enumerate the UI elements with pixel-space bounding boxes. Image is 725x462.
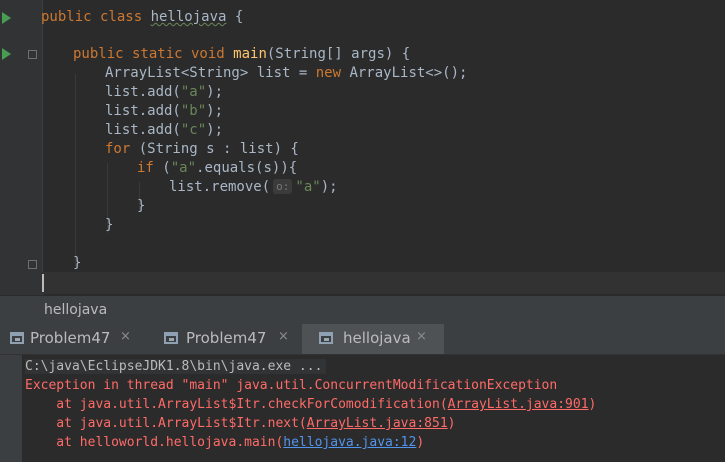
code-text: ArrayList<String> list = — [105, 65, 316, 81]
close-icon[interactable]: × — [416, 329, 427, 344]
code-text: } — [73, 255, 82, 271]
code-text: { — [226, 9, 244, 25]
text-caret — [42, 274, 44, 292]
code-text: list.remove( — [169, 179, 271, 195]
code-line[interactable]: list.add("b"); — [105, 102, 223, 121]
trace-text: at java.util.ArrayList$Itr.checkForComod… — [25, 397, 448, 412]
code-line[interactable]: public class hellojava { — [41, 8, 243, 27]
keyword: new — [315, 65, 350, 81]
run-tab-bar: Problem47 × Problem47 × hellojava × — [0, 324, 725, 355]
string-literal: "a" — [180, 84, 207, 100]
code-line[interactable]: } — [137, 197, 145, 216]
run-panel-title: hellojava — [0, 296, 725, 324]
string-literal: "a" — [295, 179, 321, 195]
editor-gutter — [0, 0, 43, 295]
trace-text: at java.util.ArrayList$Itr.next( — [25, 416, 307, 431]
code-text: list.add( — [105, 84, 181, 100]
code-line[interactable]: } — [105, 216, 113, 235]
code-line[interactable]: list.remove(o: "a"); — [169, 178, 338, 197]
current-line-highlight — [42, 272, 725, 294]
keyword: public class — [41, 9, 151, 25]
keyword: if — [137, 160, 163, 176]
code-text: ( — [162, 160, 171, 176]
stack-trace-line: at helloworld.hellojava.main(hellojava.j… — [25, 433, 424, 452]
source-link[interactable]: ArrayList.java:901 — [448, 397, 589, 412]
code-text: } — [137, 198, 146, 214]
run-main-icon[interactable] — [2, 48, 11, 60]
tab-problem47-2[interactable]: Problem47 × — [152, 324, 300, 354]
stack-trace-line: at java.util.ArrayList$Itr.next(ArrayLis… — [25, 414, 455, 433]
tab-label: Problem47 — [30, 329, 111, 347]
window-tab-icon — [10, 332, 24, 344]
trace-text: ) — [447, 416, 456, 431]
close-icon[interactable]: × — [120, 329, 131, 344]
code-text: } — [105, 217, 114, 233]
code-line[interactable]: } — [73, 254, 81, 273]
tab-label: Problem47 — [186, 329, 267, 347]
code-text: (String[] args) { — [266, 46, 411, 62]
string-literal: "b" — [180, 103, 207, 119]
keyword: public static void — [73, 46, 234, 62]
code-line[interactable]: ArrayList<String> list = new ArrayList<>… — [105, 64, 467, 83]
class-name: hellojava — [150, 9, 227, 25]
indent-guide — [75, 74, 76, 266]
code-text: list.add( — [105, 103, 181, 119]
source-link[interactable]: ArrayList.java:851 — [307, 416, 448, 431]
trace-text: ) — [588, 397, 597, 412]
console-exception-line: Exception in thread "main" java.util.Con… — [25, 378, 558, 393]
source-link[interactable]: hellojava.java:12 — [283, 435, 416, 450]
code-text: .equals(s)){ — [196, 160, 298, 176]
trace-text: at helloworld.hellojava.main( — [25, 435, 284, 450]
method-name: main — [233, 46, 267, 62]
code-text: ); — [206, 103, 224, 119]
parameter-hint: o: — [273, 179, 293, 194]
console-gutter — [0, 355, 22, 462]
code-text: ); — [206, 122, 224, 138]
window-tab-icon — [164, 332, 178, 344]
trace-text: ) — [416, 435, 425, 450]
tab-hellojava[interactable]: hellojava × — [302, 324, 444, 354]
string-literal: "a" — [170, 160, 197, 176]
window-tab-icon — [319, 332, 333, 344]
tab-problem47-1[interactable]: Problem47 × — [0, 324, 148, 354]
run-config-name: hellojava — [44, 302, 108, 318]
fold-icon[interactable] — [28, 260, 37, 269]
code-line[interactable]: list.add("c"); — [105, 121, 223, 140]
code-text: ); — [206, 84, 224, 100]
code-line[interactable]: for (String s : list) { — [105, 140, 299, 159]
keyword: for — [105, 141, 139, 157]
tab-label: hellojava — [343, 329, 411, 347]
console-output[interactable]: C:\java\EclipseJDK1.8\bin\java.exe ... E… — [0, 355, 725, 462]
stack-trace-line: at java.util.ArrayList$Itr.checkForComod… — [25, 395, 596, 414]
code-text: (String s : list) { — [138, 141, 299, 157]
code-editor[interactable]: public class hellojava { public static v… — [0, 0, 725, 295]
run-class-icon[interactable] — [2, 12, 11, 24]
string-literal: "c" — [180, 122, 207, 138]
fold-icon[interactable] — [28, 50, 37, 59]
code-text: list.add( — [105, 122, 181, 138]
code-text: ArrayList<>(); — [349, 65, 468, 81]
code-line[interactable]: public static void main(String[] args) { — [73, 45, 410, 64]
code-text: ); — [320, 179, 338, 195]
console-command-line: C:\java\EclipseJDK1.8\bin\java.exe ... — [25, 357, 327, 376]
code-line[interactable]: if ("a".equals(s)){ — [137, 159, 297, 178]
java-command: C:\java\EclipseJDK1.8\bin\java.exe ... — [25, 359, 327, 374]
code-line[interactable]: list.add("a"); — [105, 83, 223, 102]
close-icon[interactable]: × — [278, 329, 289, 344]
